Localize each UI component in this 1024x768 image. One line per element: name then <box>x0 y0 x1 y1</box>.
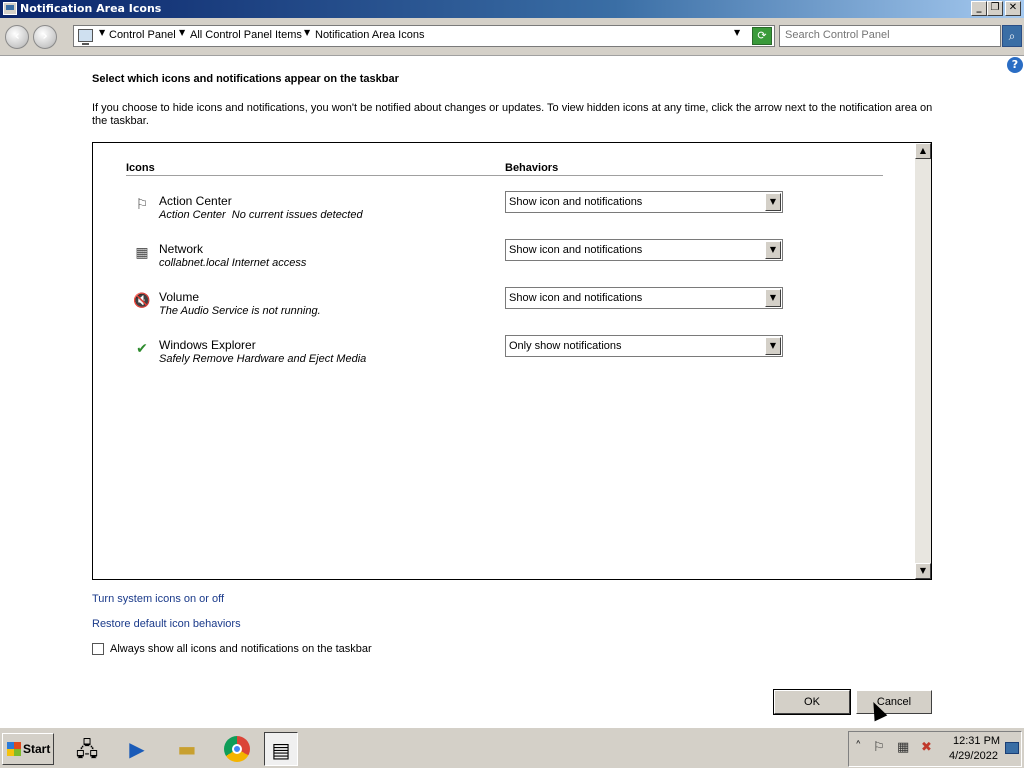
flag-icon: ⚐ <box>135 197 149 213</box>
cancel-button[interactable]: Cancel <box>856 690 932 714</box>
restore-default-link[interactable]: Restore default icon behaviors <box>92 618 241 630</box>
minimize-button[interactable]: _ <box>971 1 987 16</box>
always-show-checkbox[interactable] <box>92 643 104 655</box>
ok-button[interactable]: OK <box>773 689 851 715</box>
crumb-all-items[interactable]: All Control Panel Items <box>190 29 302 41</box>
control-panel-taskbar-icon[interactable]: ▤ <box>264 732 298 766</box>
list-item: ⚐ Action Center Action Center No current… <box>129 191 889 234</box>
clock-time[interactable]: 12:31 PM <box>953 735 1000 747</box>
explorer-folder-icon[interactable]: ▬ <box>170 732 204 766</box>
behavior-value: Show icon and notifications <box>509 196 643 208</box>
page-title: Select which icons and notifications app… <box>92 73 399 85</box>
taskbar: Start 🖧 ▶ ▬ ▤ ˄ ⚐ ▦ ✖ 12:31 PM 4/29/2022 <box>0 727 1024 768</box>
chevron-right-icon[interactable]: ▼ <box>304 28 310 37</box>
behavior-dropdown[interactable]: Show icon and notifications ▼ <box>505 239 783 261</box>
scroll-down-icon[interactable]: ▼ <box>915 563 931 579</box>
turn-system-icons-link[interactable]: Turn system icons on or off <box>92 593 224 605</box>
close-button[interactable]: ✕ <box>1005 1 1021 16</box>
row-status: The Audio Service is not running. <box>159 305 321 317</box>
chevron-down-icon[interactable]: ▼ <box>765 289 781 307</box>
breadcrumb[interactable]: ▼ Control Panel ▼ All Control Panel Item… <box>73 25 775 47</box>
behavior-dropdown[interactable]: Show icon and notifications ▼ <box>505 287 783 309</box>
chevron-down-icon[interactable]: ▼ <box>765 337 781 355</box>
refresh-button[interactable]: ⟳ <box>752 27 772 45</box>
title-bar: Notification Area Icons _ ❐ ✕ <box>0 0 1024 18</box>
forward-button[interactable]: › <box>33 25 57 49</box>
powershell-icon[interactable]: ▶ <box>120 732 154 766</box>
search-box[interactable] <box>779 25 1001 47</box>
start-button[interactable]: Start <box>2 733 54 765</box>
server-manager-icon[interactable]: 🖧 <box>70 732 104 766</box>
column-header-icons: Icons <box>126 162 155 174</box>
chrome-icon[interactable] <box>220 732 254 766</box>
list-item: 🔇 Volume The Audio Service is not runnin… <box>129 287 889 330</box>
list-item: ▦ Network collabnet.local Internet acces… <box>129 239 889 282</box>
chevron-down-icon[interactable]: ▼ <box>99 28 105 37</box>
maximize-button[interactable]: ❐ <box>987 1 1003 16</box>
show-hidden-icons-icon[interactable]: ˄ <box>855 740 862 755</box>
header-divider <box>126 175 883 176</box>
chevron-right-icon[interactable]: ▼ <box>179 28 185 37</box>
search-input[interactable] <box>785 29 995 41</box>
show-desktop-icon[interactable] <box>1005 742 1019 754</box>
icon-behavior-list: Icons Behaviors ⚐ Action Center Action C… <box>92 142 932 580</box>
network-icon: ▦ <box>135 245 149 261</box>
list-item: ✔ Windows Explorer Safely Remove Hardwar… <box>129 335 889 378</box>
address-bar: ‹ › ▼ Control Panel ▼ All Control Panel … <box>0 18 1024 56</box>
window-icon <box>3 2 17 15</box>
behavior-value: Show icon and notifications <box>509 244 643 256</box>
behavior-value: Show icon and notifications <box>509 292 643 304</box>
behavior-dropdown[interactable]: Only show notifications ▼ <box>505 335 783 357</box>
vertical-scrollbar[interactable]: ▲ ▼ <box>915 143 931 579</box>
windows-logo-icon <box>7 742 21 756</box>
row-name: Volume <box>159 290 200 304</box>
row-status: Action Center No current issues detected <box>159 209 363 221</box>
start-label: Start <box>23 742 51 756</box>
row-status: Safely Remove Hardware and Eject Media <box>159 353 367 365</box>
notification-area: ˄ ⚐ ▦ ✖ 12:31 PM 4/29/2022 <box>848 731 1022 767</box>
row-name: Action Center <box>159 194 232 208</box>
volume-muted-icon: 🔇 <box>133 293 151 309</box>
help-icon[interactable]: ? <box>1007 57 1023 73</box>
chevron-down-icon[interactable]: ▼ <box>765 193 781 211</box>
history-dropdown-icon[interactable]: ▼ <box>734 28 740 37</box>
row-name: Windows Explorer <box>159 338 256 352</box>
behavior-value: Only show notifications <box>509 340 622 352</box>
column-header-behaviors: Behaviors <box>505 162 559 174</box>
crumb-control-panel[interactable]: Control Panel <box>109 29 176 41</box>
safely-remove-icon: ✔ <box>136 341 148 357</box>
page-description: If you choose to hide icons and notifica… <box>92 102 933 127</box>
volume-muted-icon[interactable]: ✖ <box>921 740 932 755</box>
scroll-up-icon[interactable]: ▲ <box>915 143 931 159</box>
chevron-down-icon[interactable]: ▼ <box>765 241 781 259</box>
flag-icon[interactable]: ⚐ <box>873 740 885 755</box>
clock-date[interactable]: 4/29/2022 <box>949 750 998 762</box>
back-button[interactable]: ‹ <box>5 25 29 49</box>
crumb-notification-area-icons[interactable]: Notification Area Icons <box>315 29 424 41</box>
always-show-label[interactable]: Always show all icons and notifications … <box>110 643 372 655</box>
row-status: collabnet.local Internet access <box>159 257 307 269</box>
behavior-dropdown[interactable]: Show icon and notifications ▼ <box>505 191 783 213</box>
row-name: Network <box>159 242 204 256</box>
search-icon[interactable]: ⌕ <box>1002 25 1022 47</box>
window-title: Notification Area Icons <box>20 2 162 15</box>
control-panel-icon <box>78 29 93 45</box>
network-icon[interactable]: ▦ <box>897 740 909 755</box>
